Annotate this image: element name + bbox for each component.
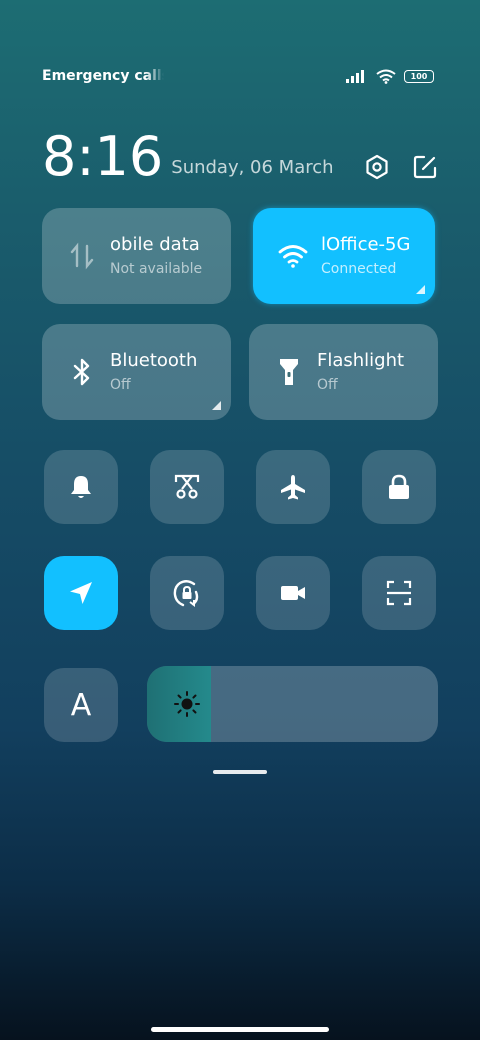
tile-flashlight-title: Flashlight [317, 350, 405, 371]
lock-icon [389, 474, 409, 499]
signal-icon [346, 70, 364, 83]
clock-date: Sunday, 06 March [171, 157, 334, 178]
status-bar: Emergency calls o 100 [42, 64, 434, 88]
flashlight-icon [273, 356, 305, 388]
bluetooth-icon [66, 356, 98, 388]
expand-corner-icon [416, 285, 425, 294]
tile-flashlight[interactable]: Flashlight Off [249, 324, 438, 420]
tile-mobile-data-status: Not available [110, 261, 203, 277]
home-indicator[interactable] [151, 1027, 329, 1032]
tile-mobile-data-title: obile data [110, 234, 200, 255]
location-icon [70, 582, 92, 604]
expand-corner-icon [212, 401, 221, 410]
header-actions [364, 154, 438, 180]
airplane-icon [281, 475, 305, 500]
tile-mobile-data[interactable]: obile data Not available [42, 208, 231, 304]
carrier-label: Emergency calls o [42, 68, 164, 84]
bell-icon [71, 476, 91, 498]
toggle-lock-screen[interactable] [362, 450, 436, 524]
toggle-ringer[interactable] [44, 450, 118, 524]
rotation-lock-icon [173, 580, 199, 607]
tile-wifi-status: Connected [321, 261, 397, 277]
tile-wifi-text: lOffice-5G Connected [321, 233, 435, 279]
tile-flashlight-status: Off [317, 377, 338, 393]
tile-mobile-data-text: obile data Not available [110, 233, 228, 279]
edit-icon[interactable] [412, 154, 438, 180]
settings-icon[interactable] [364, 154, 390, 180]
tile-bluetooth[interactable]: Bluetooth Off [42, 324, 231, 420]
toggle-scanner[interactable] [362, 556, 436, 630]
battery-level: 100 [410, 71, 428, 81]
tile-flashlight-text: Flashlight Off [317, 349, 435, 395]
clock-row: 8:16 Sunday, 06 March [42, 122, 438, 186]
toggle-airplane-mode[interactable] [256, 450, 330, 524]
font-size-label: A [70, 687, 92, 723]
sun-icon [174, 691, 200, 717]
panel-drag-handle[interactable] [213, 770, 267, 774]
toggle-screenshot[interactable] [150, 450, 224, 524]
toggle-location[interactable] [44, 556, 118, 630]
tile-bluetooth-title: Bluetooth [110, 350, 198, 371]
toggle-rotation-lock[interactable] [150, 556, 224, 630]
clock-time: 8:16 [42, 125, 164, 188]
tile-bluetooth-status: Off [110, 377, 131, 393]
toggle-screen-recorder[interactable] [256, 556, 330, 630]
brightness-slider[interactable] [147, 666, 438, 742]
tile-wifi-title: lOffice-5G [321, 234, 411, 255]
font-size-button[interactable]: A [44, 668, 118, 742]
wifi-icon [376, 69, 396, 84]
screenshot-icon [174, 474, 200, 499]
mobile-data-icon [66, 240, 98, 272]
wifi-tile-icon [277, 240, 309, 272]
tile-bluetooth-text: Bluetooth Off [110, 349, 228, 395]
status-icons: 100 [346, 69, 434, 84]
video-camera-icon [281, 586, 305, 600]
battery-icon: 100 [404, 69, 434, 83]
scanner-icon [386, 580, 412, 606]
tile-wifi[interactable]: lOffice-5G Connected [253, 208, 435, 304]
